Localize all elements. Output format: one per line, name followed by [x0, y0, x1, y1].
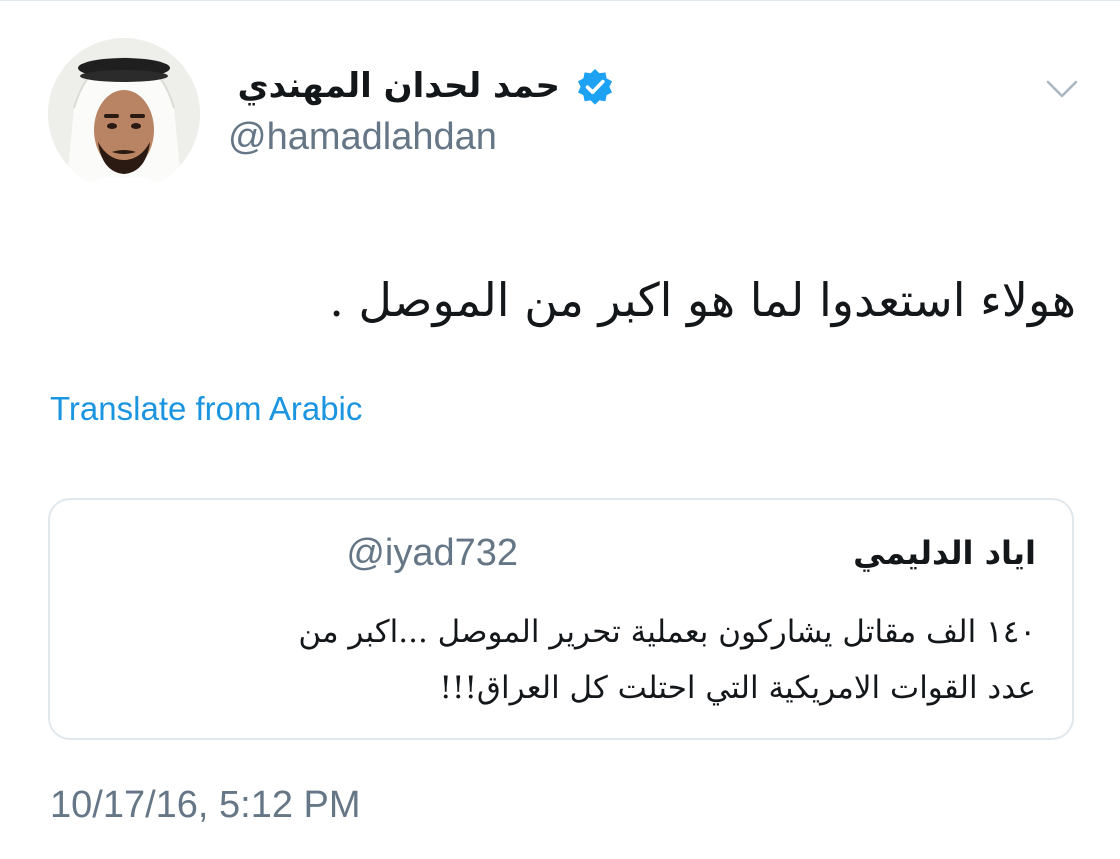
quoted-tweet-line: عدد القوات الامريكية التي احتلت كل العرا… — [439, 670, 1036, 706]
tweet-timestamp[interactable]: 10/17/16, 5:12 PM — [50, 780, 361, 830]
tweet-text: هولاء استعدوا لما هو اكبر من الموصل . — [329, 273, 1076, 327]
author-handle[interactable]: @hamadlahdan — [228, 112, 497, 162]
quoted-tweet-header: اياد الدليمي — [853, 530, 1036, 576]
quoted-author-handle: @iyad732 — [346, 532, 518, 574]
avatar-image — [48, 38, 200, 190]
quoted-tweet-card[interactable]: اياد الدليمي @iyad732 ١٤٠ الف مقاتل يشار… — [48, 498, 1074, 740]
quoted-tweet-text: ١٤٠ الف مقاتل يشاركون بعملية تحرير الموص… — [76, 604, 1036, 716]
top-divider — [0, 0, 1120, 1]
quoted-author-name: اياد الدليمي — [853, 534, 1036, 572]
author-avatar[interactable] — [48, 38, 200, 190]
quoted-tweet-line: ١٤٠ الف مقاتل يشاركون بعملية تحرير الموص… — [298, 614, 1036, 650]
author-display-name[interactable]: حمد لحدان المهندي — [237, 62, 560, 110]
chevron-down-icon[interactable] — [1042, 74, 1082, 104]
verified-badge-icon — [578, 69, 612, 105]
translate-link[interactable]: Translate from Arabic — [50, 388, 362, 430]
